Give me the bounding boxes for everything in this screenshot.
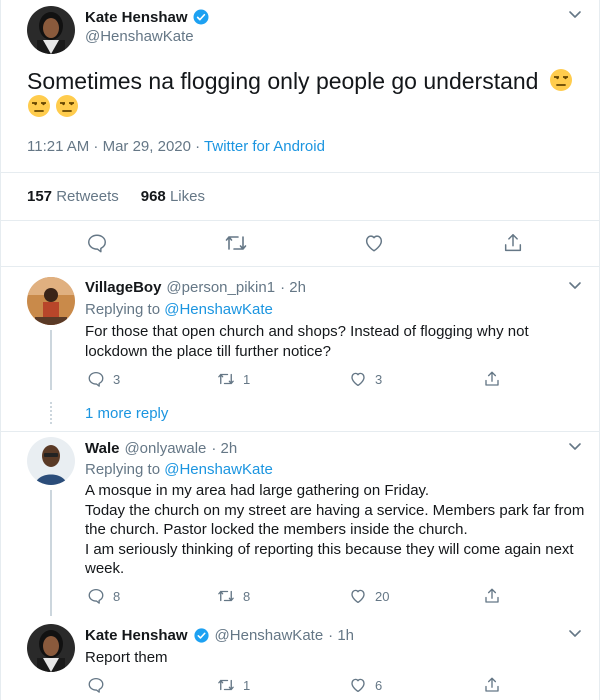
retweet-count: 1 [243,677,251,693]
tweet-text: Sometimes na flogging only people go und… [27,66,577,96]
chevron-down-icon[interactable] [567,625,583,641]
tweet-stats: 157 Retweets 968 Likes [27,188,205,205]
avatar-wale[interactable] [27,437,75,485]
replying-to: Replying to @HenshawKate [85,461,273,478]
reply-text-line: Today the church on my street are having… [85,501,585,519]
replying-to-prefix: Replying to [85,301,165,318]
more-replies-link[interactable]: 1 more reply [85,405,168,422]
divider [1,220,600,221]
like-icon [351,678,365,693]
unamused-face-emoji-icon [549,69,572,91]
thread-line [50,490,52,616]
reply-time[interactable]: · 2h [211,440,237,457]
reply-icon [88,677,104,693]
avatar-kate-henshaw[interactable] [27,624,75,672]
author-handle[interactable]: @person_pikin1 [166,279,275,296]
retweets-count: 157 [27,188,53,205]
reply-count: 8 [113,588,121,604]
like-action[interactable]: 20 [349,587,389,605]
reply-time[interactable]: · 1h [328,627,354,644]
reply-time[interactable]: · 2h [280,279,306,296]
author-name[interactable]: VillageBoy [85,279,161,296]
like-icon [351,589,365,604]
share-icon[interactable] [483,370,501,388]
reply-text: A mosque in my area had large gathering … [85,481,585,579]
unamused-face-emoji-icon [56,95,78,117]
author-name[interactable]: Kate Henshaw [85,627,188,644]
thread-dots [50,402,52,424]
share-icon[interactable] [502,232,524,254]
avatar-kate-henshaw[interactable] [27,6,75,54]
retweet-action[interactable]: 8 [217,587,250,605]
reply-text-line: I am seriously thinking of reporting thi… [85,540,574,558]
tweet-timestamp[interactable]: 11:21 AM · Mar 29, 2020 · [27,138,204,155]
like-action[interactable]: 3 [349,370,382,388]
avatar-villageboy[interactable] [27,277,75,325]
likes-label: Likes [169,188,205,205]
divider [1,431,600,432]
likes-stat[interactable]: 968 Likes [141,188,205,205]
reply-text: Report them [85,649,168,666]
divider [1,266,600,267]
tweet-text-content: Sometimes na flogging only people go und… [27,68,539,94]
retweet-icon[interactable] [224,232,248,254]
reply-text: For those that open church and shops? In… [85,322,585,361]
retweet-count: 8 [243,588,251,604]
retweet-icon [218,679,234,691]
tweet-thread: Kate Henshaw @HenshawKate Sometimes na f… [0,0,600,700]
chevron-down-icon[interactable] [567,277,583,293]
retweets-label: Retweets [56,188,119,205]
retweet-icon [218,373,234,385]
share-icon[interactable] [483,676,501,694]
retweet-icon [218,590,234,602]
share-icon[interactable] [483,587,501,605]
thread-line [50,330,52,390]
reply-text-line: For those that open church and shops? In… [85,323,529,340]
like-count: 6 [375,677,383,693]
reply-action[interactable]: 8 [87,587,120,605]
verified-badge-icon [193,628,209,643]
like-action[interactable]: 6 [349,676,382,694]
reply-action[interactable]: 3 [87,370,120,388]
chevron-down-icon[interactable] [567,438,583,454]
unamused-face-emoji-icon [28,95,50,117]
author-name[interactable]: Wale [85,440,119,457]
reply-text-line: lockdown the place till further notice? [85,342,331,360]
author-name[interactable]: Kate Henshaw [85,9,188,26]
reply-icon [88,371,104,387]
tweet-source-link[interactable]: Twitter for Android [204,138,325,155]
tweet-meta: 11:21 AM · Mar 29, 2020 · Twitter for An… [27,138,325,155]
like-icon[interactable] [363,232,385,254]
reply-text-line: A mosque in my area had large gathering … [85,482,430,499]
author-handle[interactable]: @HenshawKate [215,627,324,644]
likes-count: 968 [140,188,166,205]
reply-icon[interactable] [86,232,108,254]
like-count: 3 [375,371,383,387]
like-icon [351,372,365,387]
reply-icon [88,588,104,604]
reply-text-line: week. [85,560,125,577]
author-handle[interactable]: @HenshawKate [85,28,194,45]
replying-to-link[interactable]: @HenshawKate [164,301,273,318]
chevron-down-icon[interactable] [567,6,583,22]
retweet-count: 1 [243,371,251,387]
replying-to: Replying to @HenshawKate [85,301,273,318]
retweet-action[interactable]: 1 [217,676,250,694]
replying-to-link[interactable]: @HenshawKate [164,461,273,478]
like-count: 20 [375,588,390,604]
reply-text-line: the church. Pastor locked the members in… [85,521,468,538]
retweets-stat[interactable]: 157 Retweets [27,188,119,205]
author-handle[interactable]: @onlyawale [124,440,206,457]
retweet-action[interactable]: 1 [217,370,250,388]
replying-to-prefix: Replying to [85,461,165,478]
verified-badge-icon [193,9,209,25]
reply-action[interactable] [87,676,113,694]
divider [1,172,600,173]
reply-count: 3 [113,371,121,387]
